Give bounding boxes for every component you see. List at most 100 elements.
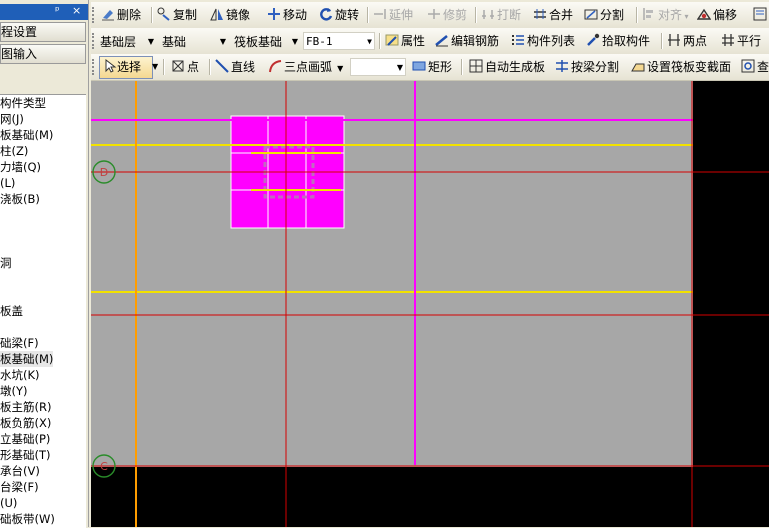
tree-item[interactable]: 板基础(M) (0, 127, 53, 143)
tree-item[interactable]: 网(J) (0, 111, 24, 127)
edit-rebar-button[interactable]: 编辑钢筋 (435, 32, 499, 50)
tree-item[interactable]: 础梁(F) (0, 335, 39, 351)
toolbar-separator (367, 7, 369, 23)
properties-button[interactable]: 属性 (385, 32, 425, 50)
tree-item[interactable]: 浇板(B) (0, 191, 40, 207)
tree-item[interactable]: 台梁(F) (0, 479, 39, 495)
align-dropdown[interactable]: 对齐 ▾ (642, 6, 689, 24)
tree-item[interactable]: (L) (0, 175, 15, 191)
edit-toolbar: 删除 复制 镜像 移动 旋转 延伸 修剪 打断 合并 分割 对齐 ▾ 偏移 (91, 2, 769, 29)
toolbar-separator (475, 7, 477, 23)
tree-item[interactable]: 立基础(P) (0, 431, 50, 447)
toolbar-separator (163, 59, 165, 75)
point-button[interactable]: 点 (171, 58, 199, 76)
rect-button[interactable]: 矩形 (412, 58, 452, 76)
line-icon (215, 59, 229, 73)
component-type-select[interactable]: 筏板基础 ▼ (231, 32, 301, 50)
tree-item[interactable]: 洞 (0, 255, 12, 271)
toolbar-grip[interactable] (92, 59, 97, 75)
split-by-beam-button[interactable]: 按梁分割 (555, 58, 619, 76)
tree-item[interactable]: 础板带(W) (0, 511, 55, 527)
edit-rebar-icon (435, 35, 448, 47)
auto-generate-slab-button[interactable]: 自动生成板 (469, 58, 545, 76)
align-icon (643, 8, 653, 20)
floor-select[interactable]: 基础层 ▼ (97, 32, 157, 50)
chevron-down-icon: ▼ (219, 37, 226, 46)
pin-icon[interactable]: ᵖ (55, 4, 60, 17)
tree-item-selected[interactable]: 板基础(M) (0, 351, 54, 367)
component-select[interactable]: FB-1 ▼ (303, 32, 375, 50)
trim-button[interactable]: 修剪 (427, 6, 467, 24)
arc-icon (269, 60, 282, 73)
break-button[interactable]: 打断 (481, 6, 521, 24)
rect-icon (412, 61, 426, 71)
section-icon (631, 63, 645, 72)
tree-item[interactable]: 构件类型 (0, 95, 46, 111)
select-dropdown-icon[interactable]: ▼ (152, 58, 158, 76)
chevron-down-icon: ▼ (147, 37, 154, 46)
tree-item[interactable]: (U) (0, 495, 17, 511)
split-beam-icon (556, 60, 568, 72)
tree-item[interactable]: 水坑(K) (0, 367, 40, 383)
component-list-button[interactable]: 构件列表 (511, 32, 575, 50)
move-button[interactable]: 移动 (267, 6, 307, 24)
set-section-button[interactable]: 设置筏板变截面 (631, 58, 731, 76)
tree-item[interactable]: 板负筋(X) (0, 415, 51, 431)
drawing-canvas[interactable]: D C (91, 81, 769, 527)
two-points-button[interactable]: 两点 (667, 32, 707, 50)
mirror-icon (210, 8, 223, 21)
chevron-down-icon: ▼ (291, 37, 298, 46)
raft-slab[interactable] (91, 81, 693, 467)
copy-button[interactable]: 复制 (157, 6, 197, 24)
eraser-icon (102, 10, 114, 21)
merge-button[interactable]: 合并 (533, 6, 573, 24)
tree-item[interactable]: 墩(Y) (0, 383, 28, 399)
rotate-button[interactable]: 旋转 (319, 6, 359, 24)
drawing-input-button[interactable]: 图输入 (0, 44, 86, 64)
tree-item[interactable]: 柱(Z) (0, 143, 28, 159)
extend-button[interactable]: 延伸 (373, 6, 413, 24)
component-tree[interactable]: 构件类型 网(J) 板基础(M) 柱(Z) 力墙(Q) (L) 浇板(B) 洞 … (0, 94, 86, 528)
project-settings-button[interactable]: 程设置 (0, 22, 86, 42)
view-button[interactable]: 查 (741, 58, 769, 76)
move-icon (268, 8, 280, 20)
panel-titlebar: ᵖ × (0, 4, 88, 20)
line-button[interactable]: 直线 (215, 58, 255, 76)
two-points-icon (668, 34, 680, 46)
trim-icon (428, 9, 440, 19)
mirror-button[interactable]: 镜像 (210, 6, 250, 24)
tree-item[interactable]: 板盖 (0, 303, 23, 319)
merge-icon (534, 9, 546, 19)
parallel-button[interactable]: 平行 (721, 32, 761, 50)
component-toolbar: 基础层 ▼ 基础 ▼ 筏板基础 ▼ FB-1 ▼ 属性 编辑钢筋 构件列表 拾取构件 两… (91, 28, 769, 55)
more-tools-icon[interactable] (753, 6, 769, 24)
properties-icon (385, 34, 399, 46)
tree-item[interactable]: 板主筋(R) (0, 399, 51, 415)
extend-icon (374, 9, 386, 19)
close-icon[interactable]: × (72, 4, 81, 17)
category-select[interactable]: 基础 ▼ (159, 32, 229, 50)
cursor-icon (105, 58, 117, 73)
toolbar-grip[interactable] (92, 7, 97, 23)
arc-button[interactable]: 三点画弧 ▼ (268, 58, 343, 76)
split-button[interactable]: 分割 (584, 6, 624, 24)
tree-item[interactable]: 力墙(Q) (0, 159, 41, 175)
chevron-down-icon: ▼ (367, 37, 372, 46)
tree-item[interactable]: 形基础(T) (0, 447, 51, 463)
arc-mode-select[interactable]: ▼ (350, 58, 406, 76)
select-button[interactable]: 选择 (99, 56, 153, 79)
component-panel: ᵖ × 程设置 图输入 构件类型 网(J) 板基础(M) 柱(Z) 力墙(Q) … (0, 0, 89, 528)
copy-icon (157, 7, 170, 21)
tree-item[interactable]: 承台(V) (0, 463, 40, 479)
view-icon (741, 59, 755, 73)
eyedropper-icon (587, 33, 600, 46)
toolbar-separator (636, 7, 638, 23)
break-icon (482, 10, 494, 19)
chevron-down-icon: ▼ (396, 63, 403, 72)
pick-component-button[interactable]: 拾取构件 (586, 32, 650, 50)
list-icon (512, 35, 524, 45)
point-icon (172, 60, 184, 72)
offset-button[interactable]: 偏移 (697, 6, 737, 24)
delete-button[interactable]: 删除 (101, 6, 141, 24)
toolbar-separator (151, 7, 153, 23)
